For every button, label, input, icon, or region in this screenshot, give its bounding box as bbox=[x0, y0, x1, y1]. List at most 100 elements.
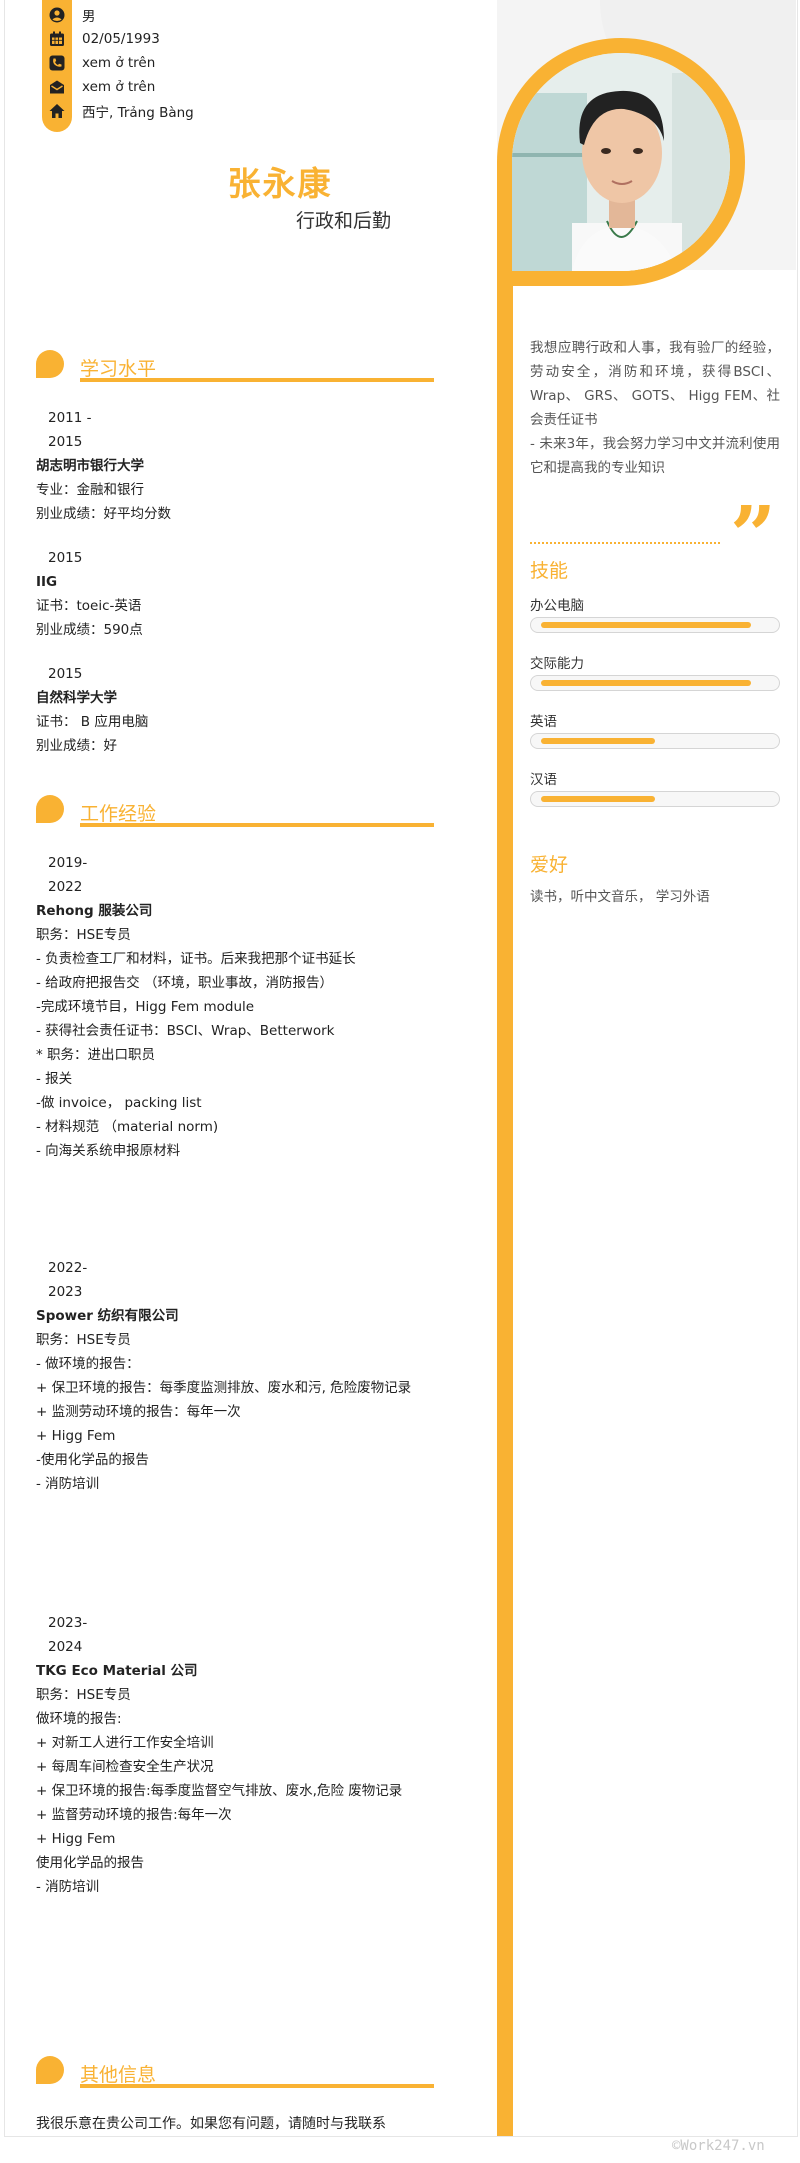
work-line: - 消防培训 bbox=[36, 1476, 100, 1492]
edu-detail: 别业成绩：590点 bbox=[36, 622, 143, 638]
skill-label: 汉语 bbox=[530, 772, 557, 788]
edu-detail: 证书：toeic-英语 bbox=[36, 598, 142, 614]
watermark: ©Work247.vn bbox=[672, 2138, 765, 2154]
skill-bar bbox=[530, 675, 780, 691]
work-line: + Higg Fem bbox=[36, 1428, 116, 1444]
work-line: 职务：HSE专员 bbox=[36, 927, 131, 943]
hobbies-text: 读书，听中文音乐， 学习外语 bbox=[530, 889, 710, 905]
birthday-text: 02/05/1993 bbox=[82, 31, 160, 47]
work-line: * 职务：进出口职员 bbox=[36, 1047, 156, 1063]
edu-detail: 别业成绩：好 bbox=[36, 738, 117, 754]
right-column-stripe bbox=[497, 270, 513, 2136]
section-divider bbox=[80, 2084, 434, 2088]
edu-date-end: 2015 bbox=[48, 434, 83, 450]
work-line: - 材料规范 （material norm) bbox=[36, 1119, 219, 1135]
work-company: TKG Eco Material 公司 bbox=[36, 1663, 198, 1679]
edu-detail: 专业：金融和银行 bbox=[36, 482, 144, 498]
work-line: -完成环境节目，Higg Fem module bbox=[36, 999, 255, 1015]
gender-text: 男 bbox=[82, 9, 96, 25]
section-divider bbox=[80, 823, 434, 827]
career-summary: 我想应聘行政和人事，我有验厂的经验， 劳动安全，消防和环境，获得BSCI、 Wr… bbox=[530, 336, 780, 480]
edu-school: 自然科学大学 bbox=[36, 690, 117, 706]
other-section-header: 其他信息 bbox=[36, 2056, 436, 2088]
hobbies-title: 爱好 bbox=[530, 854, 569, 876]
work-line: - 给政府把报告交 （环境，职业事故，消防报告） bbox=[36, 975, 333, 991]
skill-label: 英语 bbox=[530, 714, 557, 730]
skill-label: 交际能力 bbox=[530, 656, 584, 672]
work-date-start: 2019- bbox=[48, 855, 88, 871]
work-line: + 保卫环境的报告：每季度监测排放、废水和污, 危险废物记录 bbox=[36, 1380, 412, 1396]
quote-mark-icon: ” bbox=[730, 488, 777, 582]
work-date-start: 2022- bbox=[48, 1260, 88, 1276]
skills-title: 技能 bbox=[530, 560, 569, 582]
work-line: - 向海关系统申报原材料 bbox=[36, 1143, 181, 1159]
job-title: 行政和后勤 bbox=[296, 210, 392, 232]
edu-date-start: 2011 - bbox=[48, 410, 92, 426]
dotted-divider bbox=[530, 542, 720, 544]
work-line: + 监督劳动环境的报告:每年一次 bbox=[36, 1807, 232, 1823]
work-line: + 每周车间检查安全生产状况 bbox=[36, 1759, 214, 1775]
skill-bar bbox=[530, 733, 780, 749]
edu-school: IIG bbox=[36, 574, 58, 590]
summary-paragraph: 我想应聘行政和人事，我有验厂的经验， 劳动安全，消防和环境，获得BSCI、 Wr… bbox=[530, 340, 780, 428]
work-line: -做 invoice， packing list bbox=[36, 1095, 202, 1111]
skill-label: 办公电脑 bbox=[530, 598, 584, 614]
skill-bar bbox=[530, 617, 780, 633]
work-line: + 监测劳动环境的报告：每年一次 bbox=[36, 1404, 241, 1420]
resume-page: 男 02/05/1993 xem ở trên xem ở trên 西宁, T… bbox=[0, 0, 800, 2163]
skill-bar bbox=[530, 791, 780, 807]
skill-bar-fill bbox=[541, 680, 751, 686]
education-section-header: 学习水平 bbox=[36, 350, 436, 382]
envelope-icon bbox=[42, 79, 72, 95]
work-line: 职务：HSE专员 bbox=[36, 1332, 131, 1348]
work-line: + 保卫环境的报告:每季度监督空气排放、废水,危险 废物记录 bbox=[36, 1783, 403, 1799]
work-date-end: 2024 bbox=[48, 1639, 83, 1655]
section-bullet-icon bbox=[36, 2056, 64, 2084]
work-line: - 做环境的报告： bbox=[36, 1356, 140, 1372]
work-date-end: 2023 bbox=[48, 1284, 83, 1300]
work-line: -使用化学品的报告 bbox=[36, 1452, 149, 1468]
contact-birthday: 02/05/1993 bbox=[42, 27, 342, 51]
work-title: 工作经验 bbox=[80, 803, 157, 825]
work-date-start: 2023- bbox=[48, 1615, 88, 1631]
section-bullet-icon bbox=[36, 795, 64, 823]
work-line: - 消防培训 bbox=[36, 1879, 100, 1895]
work-line: - 获得社会责任证书：BSCI、Wrap、Betterwork bbox=[36, 1023, 335, 1039]
phone-text: xem ở trên bbox=[82, 55, 156, 71]
edu-detail: 别业成绩：好平均分数 bbox=[36, 506, 171, 522]
work-line: 使用化学品的报告 bbox=[36, 1855, 144, 1871]
contact-phone: xem ở trên bbox=[42, 51, 342, 75]
phone-icon bbox=[42, 55, 72, 71]
contact-gender: 男 bbox=[42, 3, 342, 27]
home-icon bbox=[42, 103, 72, 119]
contact-email: xem ở trên bbox=[42, 75, 342, 99]
work-section-header: 工作经验 bbox=[36, 795, 436, 827]
profile-photo-frame bbox=[497, 38, 745, 286]
edu-school: 胡志明市银行大学 bbox=[36, 458, 144, 474]
skill-bar-fill bbox=[541, 796, 655, 802]
edu-date: 2015 bbox=[48, 666, 83, 682]
calendar-icon bbox=[42, 31, 72, 47]
other-title: 其他信息 bbox=[80, 2064, 157, 2086]
candidate-name: 张永康 bbox=[227, 164, 333, 203]
other-text: 我很乐意在贵公司工作。如果您有问题，请随时与我联系 bbox=[36, 2116, 386, 2132]
profile-photo bbox=[512, 53, 730, 271]
user-icon bbox=[42, 7, 72, 23]
section-divider bbox=[80, 378, 434, 382]
skill-bar-fill bbox=[541, 622, 751, 628]
address-text: 西宁, Trảng Bàng bbox=[82, 105, 194, 121]
work-company: Rehong 服装公司 bbox=[36, 903, 153, 919]
section-bullet-icon bbox=[36, 350, 64, 378]
work-line: - 报关 bbox=[36, 1071, 73, 1087]
email-text: xem ở trên bbox=[82, 79, 156, 95]
work-line: + 对新工人进行工作安全培训 bbox=[36, 1735, 214, 1751]
edu-date: 2015 bbox=[48, 550, 83, 566]
edu-detail: 证书： B 应用电脑 bbox=[36, 714, 149, 730]
contact-address: 西宁, Trảng Bàng bbox=[42, 99, 342, 123]
work-line: 职务：HSE专员 bbox=[36, 1687, 131, 1703]
work-line: + Higg Fem bbox=[36, 1831, 116, 1847]
work-date-end: 2022 bbox=[48, 879, 83, 895]
skill-bar-fill bbox=[541, 738, 655, 744]
work-company: Spower 纺织有限公司 bbox=[36, 1308, 179, 1324]
work-line: 做环境的报告: bbox=[36, 1711, 122, 1727]
